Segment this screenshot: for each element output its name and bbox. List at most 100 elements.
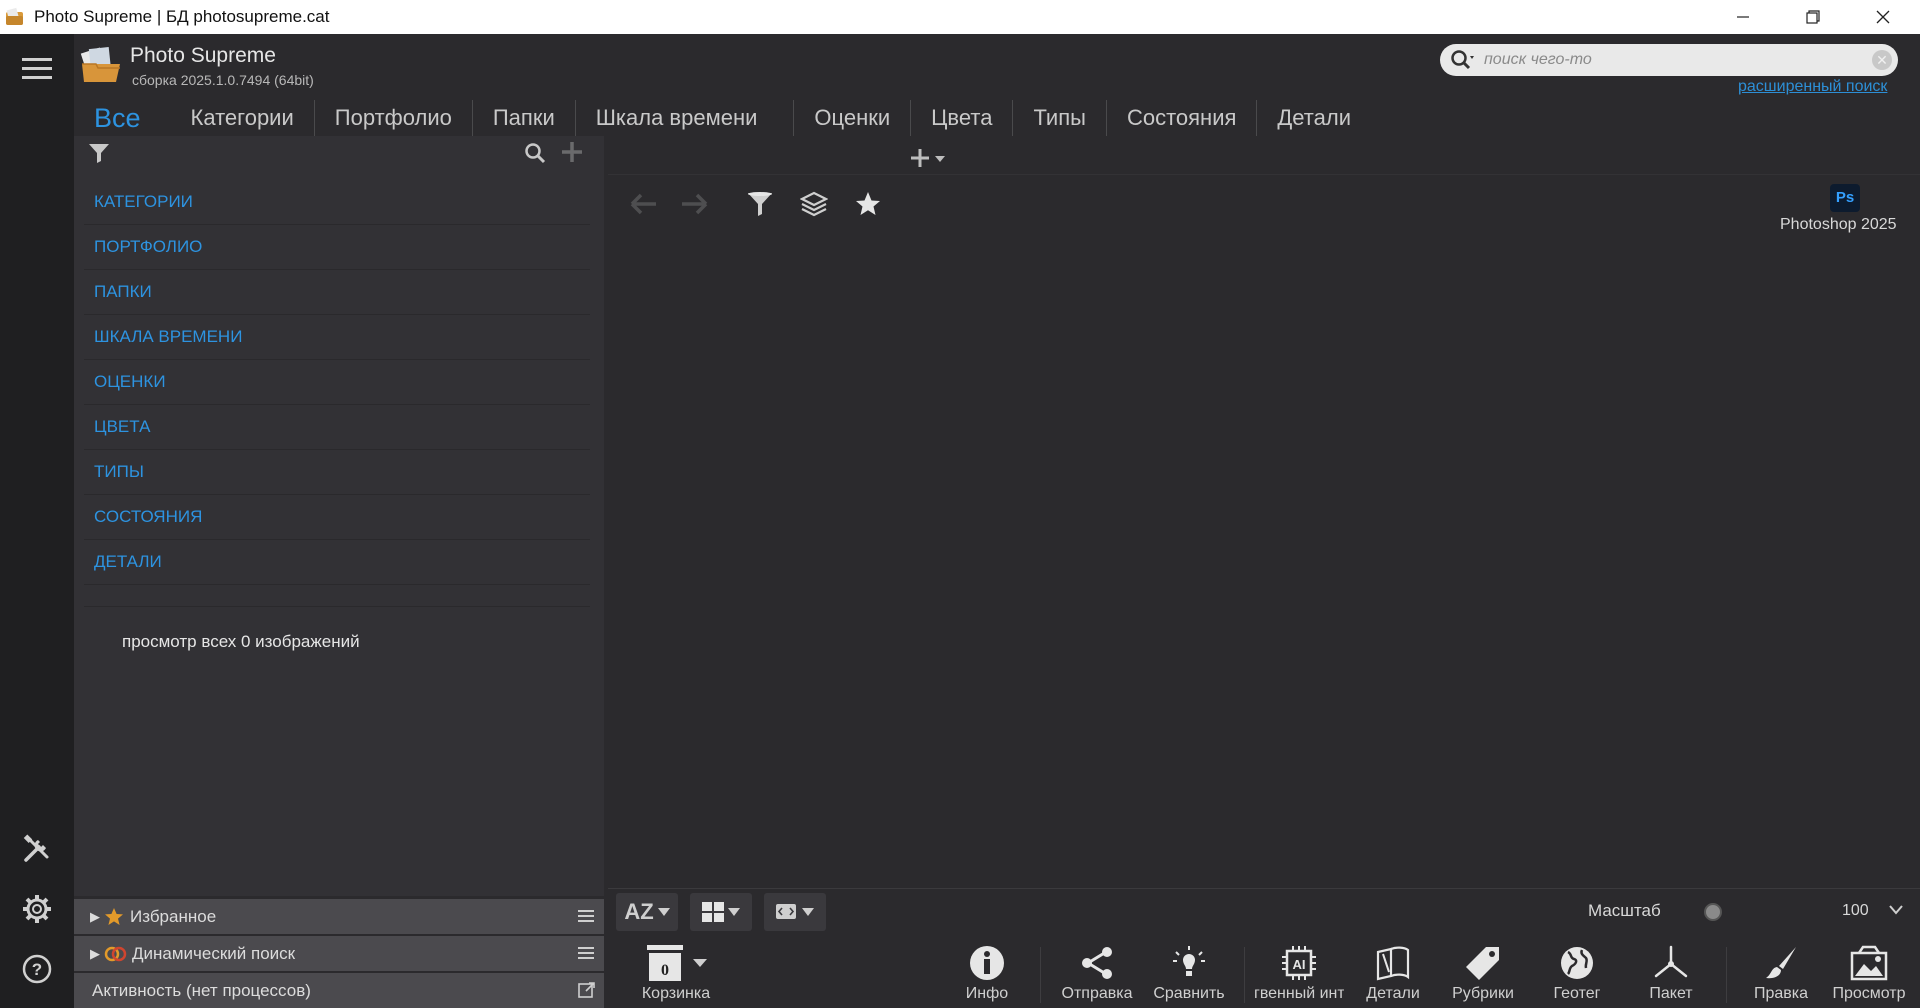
- tab-categories[interactable]: Категории: [171, 100, 315, 136]
- brush-icon: [1762, 944, 1800, 982]
- activity-label: Активность (нет процессов): [92, 981, 311, 1001]
- tool-geotag[interactable]: Геотег: [1532, 941, 1622, 1005]
- photo-supreme-logo-icon: [80, 42, 124, 84]
- code-view-icon: [776, 903, 798, 921]
- zoom-label: Масштаб: [1588, 901, 1661, 921]
- globe-icon: [1558, 944, 1596, 982]
- sort-button[interactable]: AZ: [616, 893, 678, 931]
- basket-count: 0: [661, 962, 669, 979]
- tab-types[interactable]: Типы: [1013, 100, 1107, 136]
- dynamic-search-label: Динамический поиск: [132, 944, 295, 964]
- chevron-down-icon: [693, 958, 707, 968]
- tools-button[interactable]: [18, 830, 56, 868]
- list-item-categories[interactable]: КАТЕГОРИИ: [84, 180, 590, 225]
- search-icon[interactable]: [524, 142, 546, 164]
- favorites-label: Избранное: [130, 907, 216, 927]
- filter-icon[interactable]: [88, 142, 110, 164]
- tool-ai[interactable]: AI гвенный инт: [1254, 941, 1344, 1005]
- tab-ratings[interactable]: Оценки: [794, 100, 911, 136]
- divider: [608, 174, 1920, 175]
- advanced-search-link[interactable]: расширенный поиск: [1738, 78, 1887, 96]
- window-title: Photo Supreme | БД photosupreme.cat: [34, 7, 329, 27]
- list-item-colors[interactable]: ЦВЕТА: [84, 405, 590, 450]
- hamburger-menu-button[interactable]: [18, 50, 56, 88]
- tab-folders[interactable]: Папки: [473, 100, 576, 136]
- minimize-icon: [1736, 10, 1750, 24]
- activity-panel-header[interactable]: Активность (нет процессов): [74, 972, 604, 1008]
- view-toolbar: [628, 190, 882, 218]
- chevron-down-icon: [658, 907, 670, 917]
- close-button[interactable]: [1848, 0, 1918, 34]
- sort-az-icon: AZ: [624, 899, 653, 925]
- layout-button[interactable]: [690, 893, 752, 931]
- search-box[interactable]: ✕: [1440, 44, 1898, 76]
- tool-info[interactable]: Инфо: [942, 941, 1032, 1005]
- list-item-folders[interactable]: ПАПКИ: [84, 270, 590, 315]
- tool-rubrics[interactable]: Рубрики: [1438, 941, 1528, 1005]
- batch-icon: [1652, 944, 1690, 982]
- search-input[interactable]: [1484, 48, 1864, 72]
- tab-colors[interactable]: Цвета: [911, 100, 1013, 136]
- settings-button[interactable]: [18, 890, 56, 928]
- tool-batch[interactable]: Пакет: [1626, 941, 1716, 1005]
- list-item-details[interactable]: ДЕТАЛИ: [84, 540, 590, 585]
- star-icon[interactable]: [854, 190, 882, 218]
- chevron-down-icon: [802, 907, 814, 917]
- zoom-slider[interactable]: [1704, 903, 1722, 921]
- bottom-toolbar: AZ Масштаб 100 0 Корзинка Инфо Отправка: [608, 888, 1920, 1008]
- basket-button[interactable]: 0 Корзинка: [624, 941, 728, 1005]
- photoshop-icon[interactable]: Ps: [1830, 184, 1860, 212]
- preview-icon: [1849, 944, 1889, 982]
- tool-compare[interactable]: Сравнить: [1144, 941, 1234, 1005]
- list-item-timeline[interactable]: ШКАЛА ВРЕМЕНИ: [84, 315, 590, 360]
- zoom-value[interactable]: 100: [1842, 902, 1869, 920]
- panel-menu-icon[interactable]: [578, 907, 596, 925]
- divider: [1040, 947, 1041, 1003]
- tool-preview[interactable]: Просмотр: [1824, 941, 1914, 1005]
- tab-portfolio[interactable]: Портфолио: [315, 100, 473, 136]
- info-icon: [968, 944, 1006, 982]
- divider: [1726, 947, 1727, 1003]
- list-item-portfolio[interactable]: ПОРТФОЛИО: [84, 225, 590, 270]
- layers-icon[interactable]: [800, 190, 828, 218]
- app-name: Photo Supreme: [130, 44, 276, 68]
- main-view: Ps Photoshop 2025: [608, 136, 1920, 888]
- view-all-images[interactable]: просмотр всех 0 изображений: [122, 632, 360, 652]
- tool-edit[interactable]: Правка: [1736, 941, 1826, 1005]
- tool-details[interactable]: Детали: [1348, 941, 1438, 1005]
- clear-search-icon[interactable]: ✕: [1872, 50, 1892, 70]
- expand-triangle-icon: ▶: [90, 946, 100, 962]
- dynamic-search-panel-header[interactable]: ▶ Динамический поиск: [74, 935, 604, 971]
- forward-arrow-icon[interactable]: [678, 191, 710, 217]
- tab-all[interactable]: Все: [74, 100, 171, 136]
- help-button[interactable]: ?: [18, 950, 56, 988]
- add-icon[interactable]: [560, 140, 584, 164]
- panel-menu-icon[interactable]: [578, 944, 596, 962]
- back-arrow-icon[interactable]: [628, 191, 660, 217]
- app-logo-icon: [4, 6, 26, 28]
- minimize-button[interactable]: [1708, 0, 1778, 34]
- add-tab-button[interactable]: [910, 146, 950, 177]
- restore-icon: [1806, 10, 1820, 24]
- grid-icon: [702, 902, 724, 922]
- view-mode-button[interactable]: [764, 893, 826, 931]
- tab-timeline[interactable]: Шкала времени: [576, 100, 795, 136]
- divider: [1244, 947, 1245, 1003]
- list-item-ratings[interactable]: ОЦЕНКИ: [84, 360, 590, 405]
- tool-share[interactable]: Отправка: [1052, 941, 1142, 1005]
- external-editor-label[interactable]: Photoshop 2025: [1780, 216, 1897, 234]
- svg-text:?: ?: [32, 960, 42, 979]
- tab-details[interactable]: Детали: [1257, 100, 1371, 136]
- filter-icon[interactable]: [746, 190, 774, 218]
- list-item-states[interactable]: СОСТОЯНИЯ: [84, 495, 590, 540]
- star-icon: [104, 907, 124, 927]
- tab-states[interactable]: Состояния: [1107, 100, 1257, 136]
- share-icon: [1078, 944, 1116, 982]
- dynamic-search-icon: [104, 944, 128, 964]
- list-item-types[interactable]: ТИПЫ: [84, 450, 590, 495]
- lightbulb-icon: [1170, 944, 1208, 982]
- popout-icon[interactable]: [578, 981, 596, 999]
- chevron-down-icon[interactable]: [1888, 903, 1904, 917]
- favorites-panel-header[interactable]: ▶ Избранное: [74, 898, 604, 934]
- restore-button[interactable]: [1778, 0, 1848, 34]
